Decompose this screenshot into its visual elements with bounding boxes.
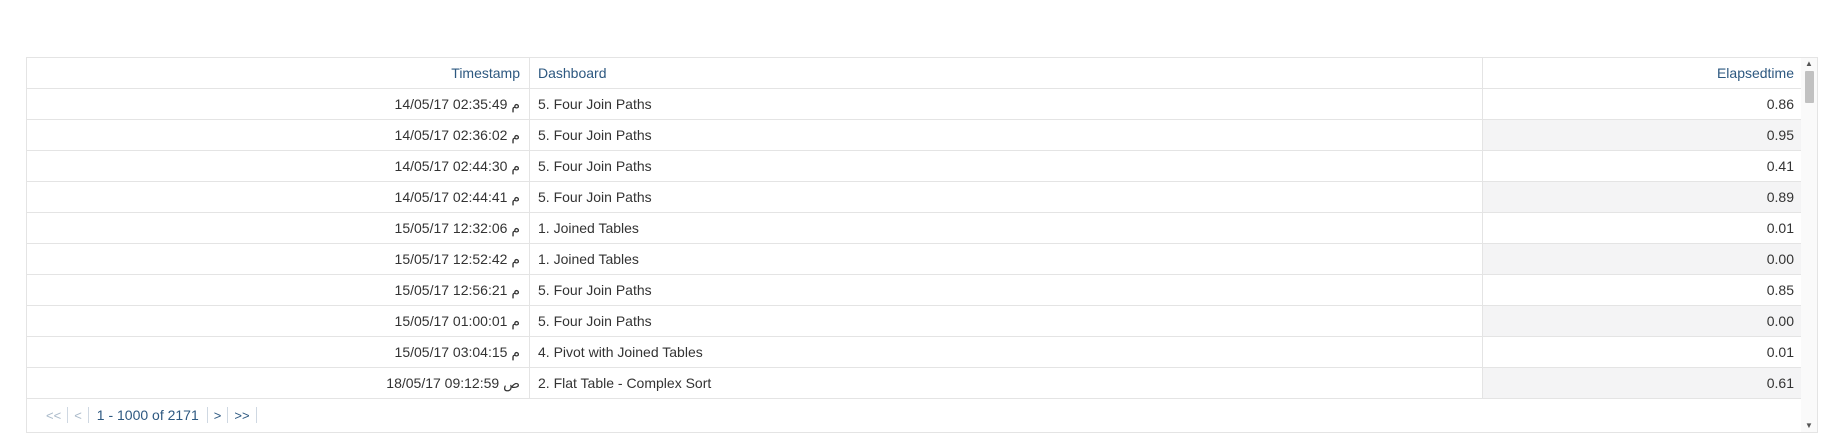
scrollbar-thumb[interactable]	[1805, 71, 1814, 103]
previous-page-button[interactable]: <	[68, 407, 89, 423]
table-header-row: Timestamp Dashboard Elapsedtime	[27, 58, 1802, 89]
next-page-button[interactable]: >	[208, 407, 229, 423]
table-row[interactable]: 15/05/17 12:56:21 م 5. Four Join Paths 0.8…	[27, 275, 1802, 306]
data-table: Timestamp Dashboard Elapsedtime 14/05/17…	[26, 57, 1818, 433]
cell-elapsedtime: 0.86	[1766, 96, 1794, 112]
table-row[interactable]: 18/05/17 09:12:59 ص 2. Flat Table - Compl…	[27, 368, 1802, 399]
cell-elapsedtime: 0.41	[1766, 158, 1794, 174]
cell-timestamp: 15/05/17 12:52:42 م	[27, 244, 530, 274]
page-range-label: 1 - 1000 of 2171	[89, 407, 208, 423]
cell-dashboard: 1. Joined Tables	[530, 244, 1483, 274]
cell-dashboard: 5. Four Join Paths	[530, 182, 1483, 212]
cell-timestamp: 15/05/17 12:56:21 م	[27, 275, 530, 305]
column-header-dashboard[interactable]: Dashboard	[530, 58, 1483, 88]
table-grid: Timestamp Dashboard Elapsedtime 14/05/17…	[27, 58, 1802, 399]
cell-timestamp: 14/05/17 02:36:02 م	[27, 120, 530, 150]
first-page-button[interactable]: <<	[40, 407, 69, 423]
cell-elapsedtime: 0.00	[1483, 306, 1802, 336]
cell-dashboard: 2. Flat Table - Complex Sort	[530, 368, 1483, 398]
cell-elapsedtime: 0.01	[1766, 344, 1794, 360]
scroll-up-arrow-icon[interactable]: ▲	[1801, 58, 1817, 70]
cell-dashboard: 5. Four Join Paths	[530, 120, 1483, 150]
cell-elapsedtime: 0.95	[1483, 120, 1802, 150]
cell-dashboard: 4. Pivot with Joined Tables	[530, 337, 1483, 367]
cell-timestamp: 14/05/17 02:44:30 م	[27, 151, 530, 181]
table-row[interactable]: 15/05/17 01:00:01 م 5. Four Join Paths 0.0…	[27, 306, 1802, 337]
cell-timestamp: 15/05/17 03:04:15 م	[27, 337, 530, 367]
cell-dashboard: 5. Four Join Paths	[530, 306, 1483, 336]
vertical-scrollbar[interactable]: ▲ ▼	[1801, 58, 1817, 432]
column-header-timestamp[interactable]: Timestamp	[27, 58, 530, 88]
cell-timestamp: 14/05/17 02:35:49 م	[27, 89, 530, 119]
cell-timestamp: 15/05/17 12:32:06 م	[27, 213, 530, 243]
table-row[interactable]: 14/05/17 02:35:49 م 5. Four Join Paths 0.8…	[27, 89, 1802, 120]
cell-elapsedtime: 0.00	[1483, 244, 1802, 274]
cell-dashboard: 5. Four Join Paths	[530, 275, 1483, 305]
cell-dashboard: 5. Four Join Paths	[530, 89, 1483, 119]
cell-dashboard: 5. Four Join Paths	[530, 151, 1483, 181]
table-row[interactable]: 14/05/17 02:44:41 م 5. Four Join Paths 0.8…	[27, 182, 1802, 213]
table-row[interactable]: 15/05/17 03:04:15 م 4. Pivot with Joined …	[27, 337, 1802, 368]
cell-timestamp: 14/05/17 02:44:41 م	[27, 182, 530, 212]
scroll-down-arrow-icon[interactable]: ▼	[1801, 420, 1817, 432]
column-header-elapsedtime[interactable]: Elapsedtime	[1483, 58, 1802, 88]
cell-timestamp: 15/05/17 01:00:01 م	[27, 306, 530, 336]
cell-elapsedtime: 0.61	[1483, 368, 1802, 398]
cell-elapsedtime: 0.85	[1766, 282, 1794, 298]
cell-timestamp: 18/05/17 09:12:59 ص	[27, 368, 530, 398]
table-row[interactable]: 14/05/17 02:36:02 م 5. Four Join Paths 0.9…	[27, 120, 1802, 151]
last-page-button[interactable]: >>	[228, 407, 257, 423]
table-row[interactable]: 14/05/17 02:44:30 م 5. Four Join Paths 0.4…	[27, 151, 1802, 182]
cell-dashboard: 1. Joined Tables	[530, 213, 1483, 243]
table-row[interactable]: 15/05/17 12:52:42 م 1. Joined Tables 0.00	[27, 244, 1802, 275]
cell-elapsedtime: 0.89	[1483, 182, 1802, 212]
table-row[interactable]: 15/05/17 12:32:06 م 1. Joined Tables 0.01	[27, 213, 1802, 244]
pagination-bar: << < 1 - 1000 of 2171 > >>	[27, 399, 1802, 431]
cell-elapsedtime: 0.01	[1766, 220, 1794, 236]
